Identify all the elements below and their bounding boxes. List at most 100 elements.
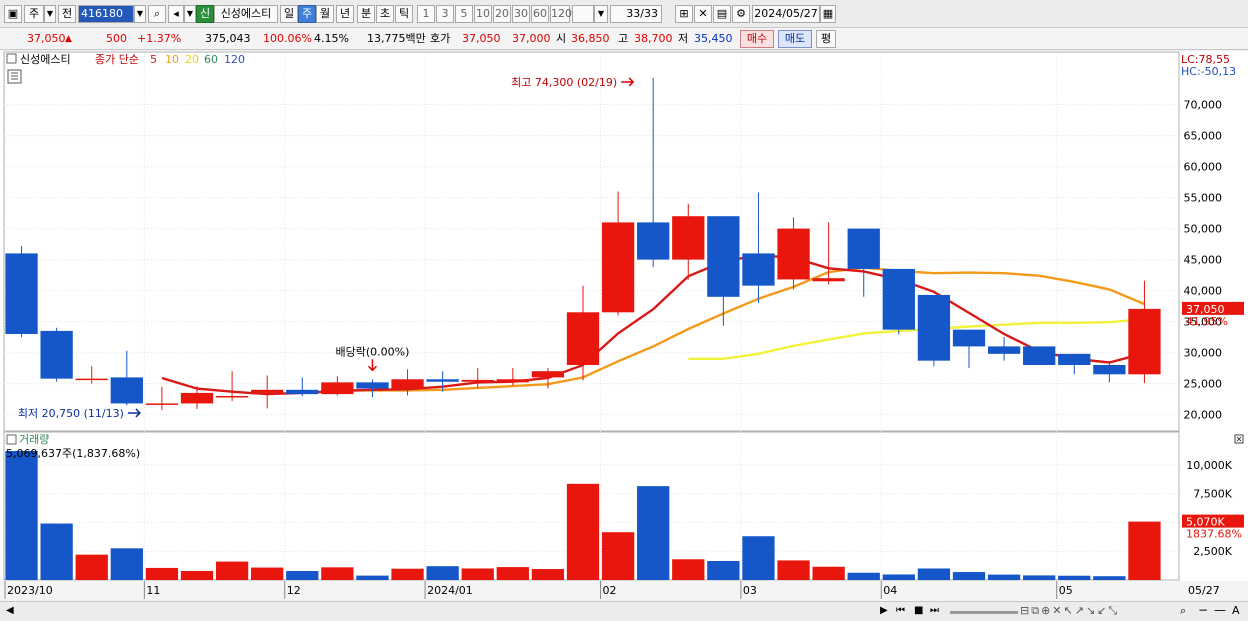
candle-body (496, 379, 529, 383)
volume-ratio: 100.06% (263, 32, 312, 45)
x-tick-label: 12 (287, 584, 301, 597)
stock-code-input[interactable]: 416180 (78, 5, 134, 23)
chart-area[interactable]: 70,000 65,000 60,000 55,000 50,000 45,000 40,0… (0, 51, 1248, 601)
unit-select[interactable] (572, 5, 594, 23)
candle-body (110, 377, 143, 404)
up-arrow-icon: ▲ (65, 34, 72, 44)
volume-bar (1058, 575, 1091, 580)
candle-body (917, 294, 951, 361)
drawing-tools-icon[interactable]: ⊟⧉⊕✕↖↗↘↙⤡ (1020, 604, 1119, 618)
x-tick-label: 11 (146, 584, 160, 597)
interval-10-button[interactable]: 10 (474, 5, 492, 23)
window-menu-icon[interactable]: ▣ (4, 5, 22, 23)
calendar-icon[interactable]: ▦ (820, 5, 836, 23)
price-tick-label: 20,000 (1184, 409, 1223, 422)
interval-60-button[interactable]: 60 (531, 5, 549, 23)
zoom-icon[interactable]: ⌕ (1180, 604, 1186, 618)
trade-amount: 13,775백만 (367, 32, 426, 45)
save-icon[interactable]: ▤ (713, 5, 731, 23)
volume-info-label: 5,069,637주(1,837.68%) (6, 447, 140, 460)
play-icon[interactable]: ▶ (880, 605, 888, 616)
candlestick-chart[interactable]: 70,000 65,000 60,000 55,000 50,000 45,000 40,0… (0, 51, 1248, 601)
x-tick-label: 2023/10 (7, 584, 53, 597)
text-tool-icon[interactable]: A (1232, 604, 1240, 617)
period-week-tab[interactable]: 주 (298, 5, 316, 23)
x-tick-label: 04 (883, 584, 897, 597)
period-day-tab[interactable]: 일 (280, 5, 298, 23)
grid-icon[interactable]: ⊞ (675, 5, 693, 23)
legend-ma20: 20 (185, 53, 199, 66)
legend-toggle-icon[interactable] (6, 53, 17, 64)
market-type-select[interactable]: 주 (24, 5, 44, 23)
tools-icon[interactable]: ✕ (694, 5, 712, 23)
period-month-tab[interactable]: 월 (316, 5, 334, 23)
volume-bar (847, 572, 880, 580)
legend-ma10: 10 (165, 53, 179, 66)
period-tick-tab[interactable]: 틱 (395, 5, 413, 23)
trade-volume: 375,043 (205, 32, 251, 45)
count-input[interactable]: 33/33 (610, 5, 662, 23)
gear-icon[interactable]: ⚙ (732, 5, 750, 23)
hc-label: HC:-50,13 (1181, 65, 1236, 78)
interval-30-button[interactable]: 30 (512, 5, 530, 23)
low-price: 35,450 (694, 32, 733, 45)
volume-bar (917, 568, 951, 580)
candle-body (777, 228, 810, 280)
volume-bar (356, 575, 389, 580)
volume-bar (987, 574, 1021, 580)
date-input[interactable]: 2024/05/27 (752, 5, 820, 23)
legend-ma120: 120 (224, 53, 245, 66)
period-minute-tab[interactable]: 분 (357, 5, 375, 23)
x-last-date-label: 05/27 (1188, 584, 1220, 597)
sell-button[interactable]: 매도 (778, 30, 812, 48)
volume-bar (461, 568, 494, 580)
prev-button[interactable]: 전 (58, 5, 76, 23)
buy-button[interactable]: 매수 (740, 30, 774, 48)
speaker-dropdown-icon[interactable]: ▼ (184, 5, 196, 23)
forward-icon[interactable]: ⏭ (930, 605, 939, 616)
last-volume-pct-label: 1837.68% (1186, 528, 1242, 541)
candle-body (5, 253, 38, 334)
market-type-dropdown-icon[interactable]: ▼ (44, 5, 56, 23)
x-tick-label: 2024/01 (427, 584, 473, 597)
interval-3-button[interactable]: 3 (436, 5, 454, 23)
legend-series-label: 종가 단순 (95, 53, 139, 66)
volume-bar (496, 567, 529, 580)
period-second-tab[interactable]: 초 (376, 5, 394, 23)
search-icon[interactable]: ⌕ (148, 5, 166, 23)
legend-stock-name: 신성에스티 (20, 53, 71, 66)
period-year-tab[interactable]: 년 (336, 5, 354, 23)
toolbar: ▣ 주 ▼ 전 416180 ▼ ⌕ ◂ ▼ 신 신성에스티 일 주 월 년 분… (0, 0, 1248, 28)
unit-dropdown-icon[interactable]: ▼ (594, 5, 608, 23)
zoom-slider[interactable] (950, 611, 1018, 614)
price-tick-label: 40,000 (1184, 285, 1223, 298)
price-tick-label: 45,000 (1184, 254, 1223, 267)
code-dropdown-icon[interactable]: ▼ (134, 5, 146, 23)
low-label: 저 (678, 32, 689, 45)
speaker-icon[interactable]: ◂ (168, 5, 184, 23)
price-tick-label: 30,000 (1184, 347, 1223, 360)
avg-button[interactable]: 평 (816, 30, 836, 48)
interval-5-button[interactable]: 5 (455, 5, 473, 23)
x-tick-label: 03 (743, 584, 757, 597)
volume-bar (672, 559, 705, 580)
volume-bar (75, 554, 108, 580)
interval-1-button[interactable]: 1 (417, 5, 435, 23)
rewind-icon[interactable]: ⏮ (896, 605, 905, 616)
candle-body (426, 379, 459, 382)
zoom-out-icon[interactable]: − (1198, 603, 1208, 617)
interval-120-button[interactable]: 120 (550, 5, 572, 23)
credit-badge: 신 (196, 5, 214, 23)
open-price: 36,850 (571, 32, 610, 45)
candle-body (531, 371, 565, 378)
candle-body (1058, 353, 1091, 365)
volume-legend-toggle-icon[interactable] (6, 434, 17, 445)
interval-20-button[interactable]: 20 (493, 5, 511, 23)
minimize-icon[interactable]: — (1214, 603, 1226, 617)
scroll-left-icon[interactable]: ◀ (6, 605, 14, 616)
x-tick-label: 05 (1059, 584, 1073, 597)
candle-body (356, 382, 389, 389)
volume-bar (426, 566, 459, 580)
stop-icon[interactable]: ■ (914, 605, 923, 616)
x-tick-label: 02 (603, 584, 617, 597)
